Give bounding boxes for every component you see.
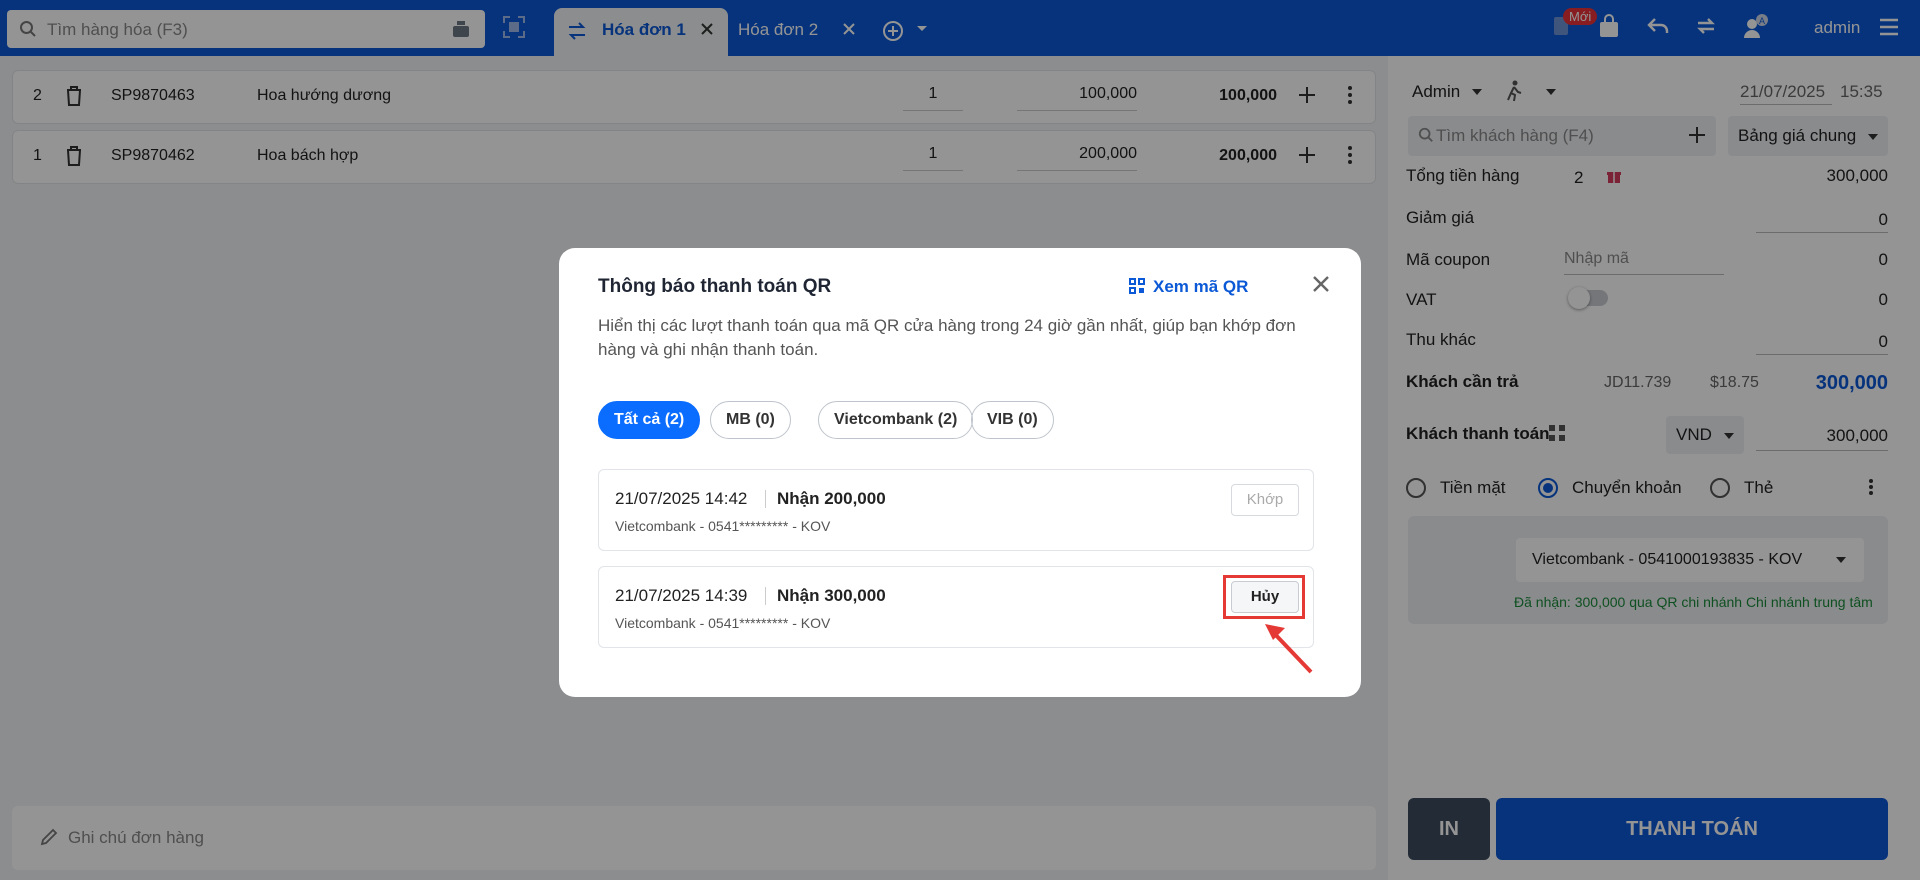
modal-description: Hiển thị các lượt thanh toán qua mã QR c…	[598, 316, 1296, 359]
transaction-amount: Nhận 200,000	[777, 489, 886, 508]
filter-chip-all[interactable]: Tất cả (2)	[598, 401, 701, 439]
pointer-arrow-icon	[1259, 618, 1319, 683]
qr-icon	[1129, 278, 1145, 299]
modal-title: Thông báo thanh toán QR	[598, 276, 832, 297]
close-icon[interactable]	[1311, 274, 1331, 299]
match-button[interactable]: Khớp	[1231, 484, 1299, 516]
view-qr-label: Xem mã QR	[1153, 277, 1249, 296]
transaction-item: 21/07/2025 14:42 Nhận 200,000 Vietcomban…	[598, 469, 1314, 551]
transaction-time: 21/07/2025 14:39	[615, 586, 748, 605]
transaction-time: 21/07/2025 14:42	[615, 489, 748, 508]
filter-chip-vietcombank[interactable]: Vietcombank (2)	[818, 401, 974, 439]
cancel-button[interactable]: Hủy	[1231, 581, 1299, 613]
view-qr-link[interactable]: Xem mã QR	[1129, 277, 1249, 297]
filter-chip-mb[interactable]: MB (0)	[710, 401, 791, 439]
filter-chip-vib[interactable]: VIB (0)	[971, 401, 1054, 439]
transaction-amount: Nhận 300,000	[777, 586, 886, 605]
transaction-item: 21/07/2025 14:39 Nhận 300,000 Vietcomban…	[598, 566, 1314, 648]
qr-payment-modal: Thông báo thanh toán QR Xem mã QR Hiển t…	[559, 248, 1361, 697]
transaction-account: Vietcombank - 0541********* - KOV	[615, 615, 831, 631]
transaction-account: Vietcombank - 0541********* - KOV	[615, 518, 831, 534]
